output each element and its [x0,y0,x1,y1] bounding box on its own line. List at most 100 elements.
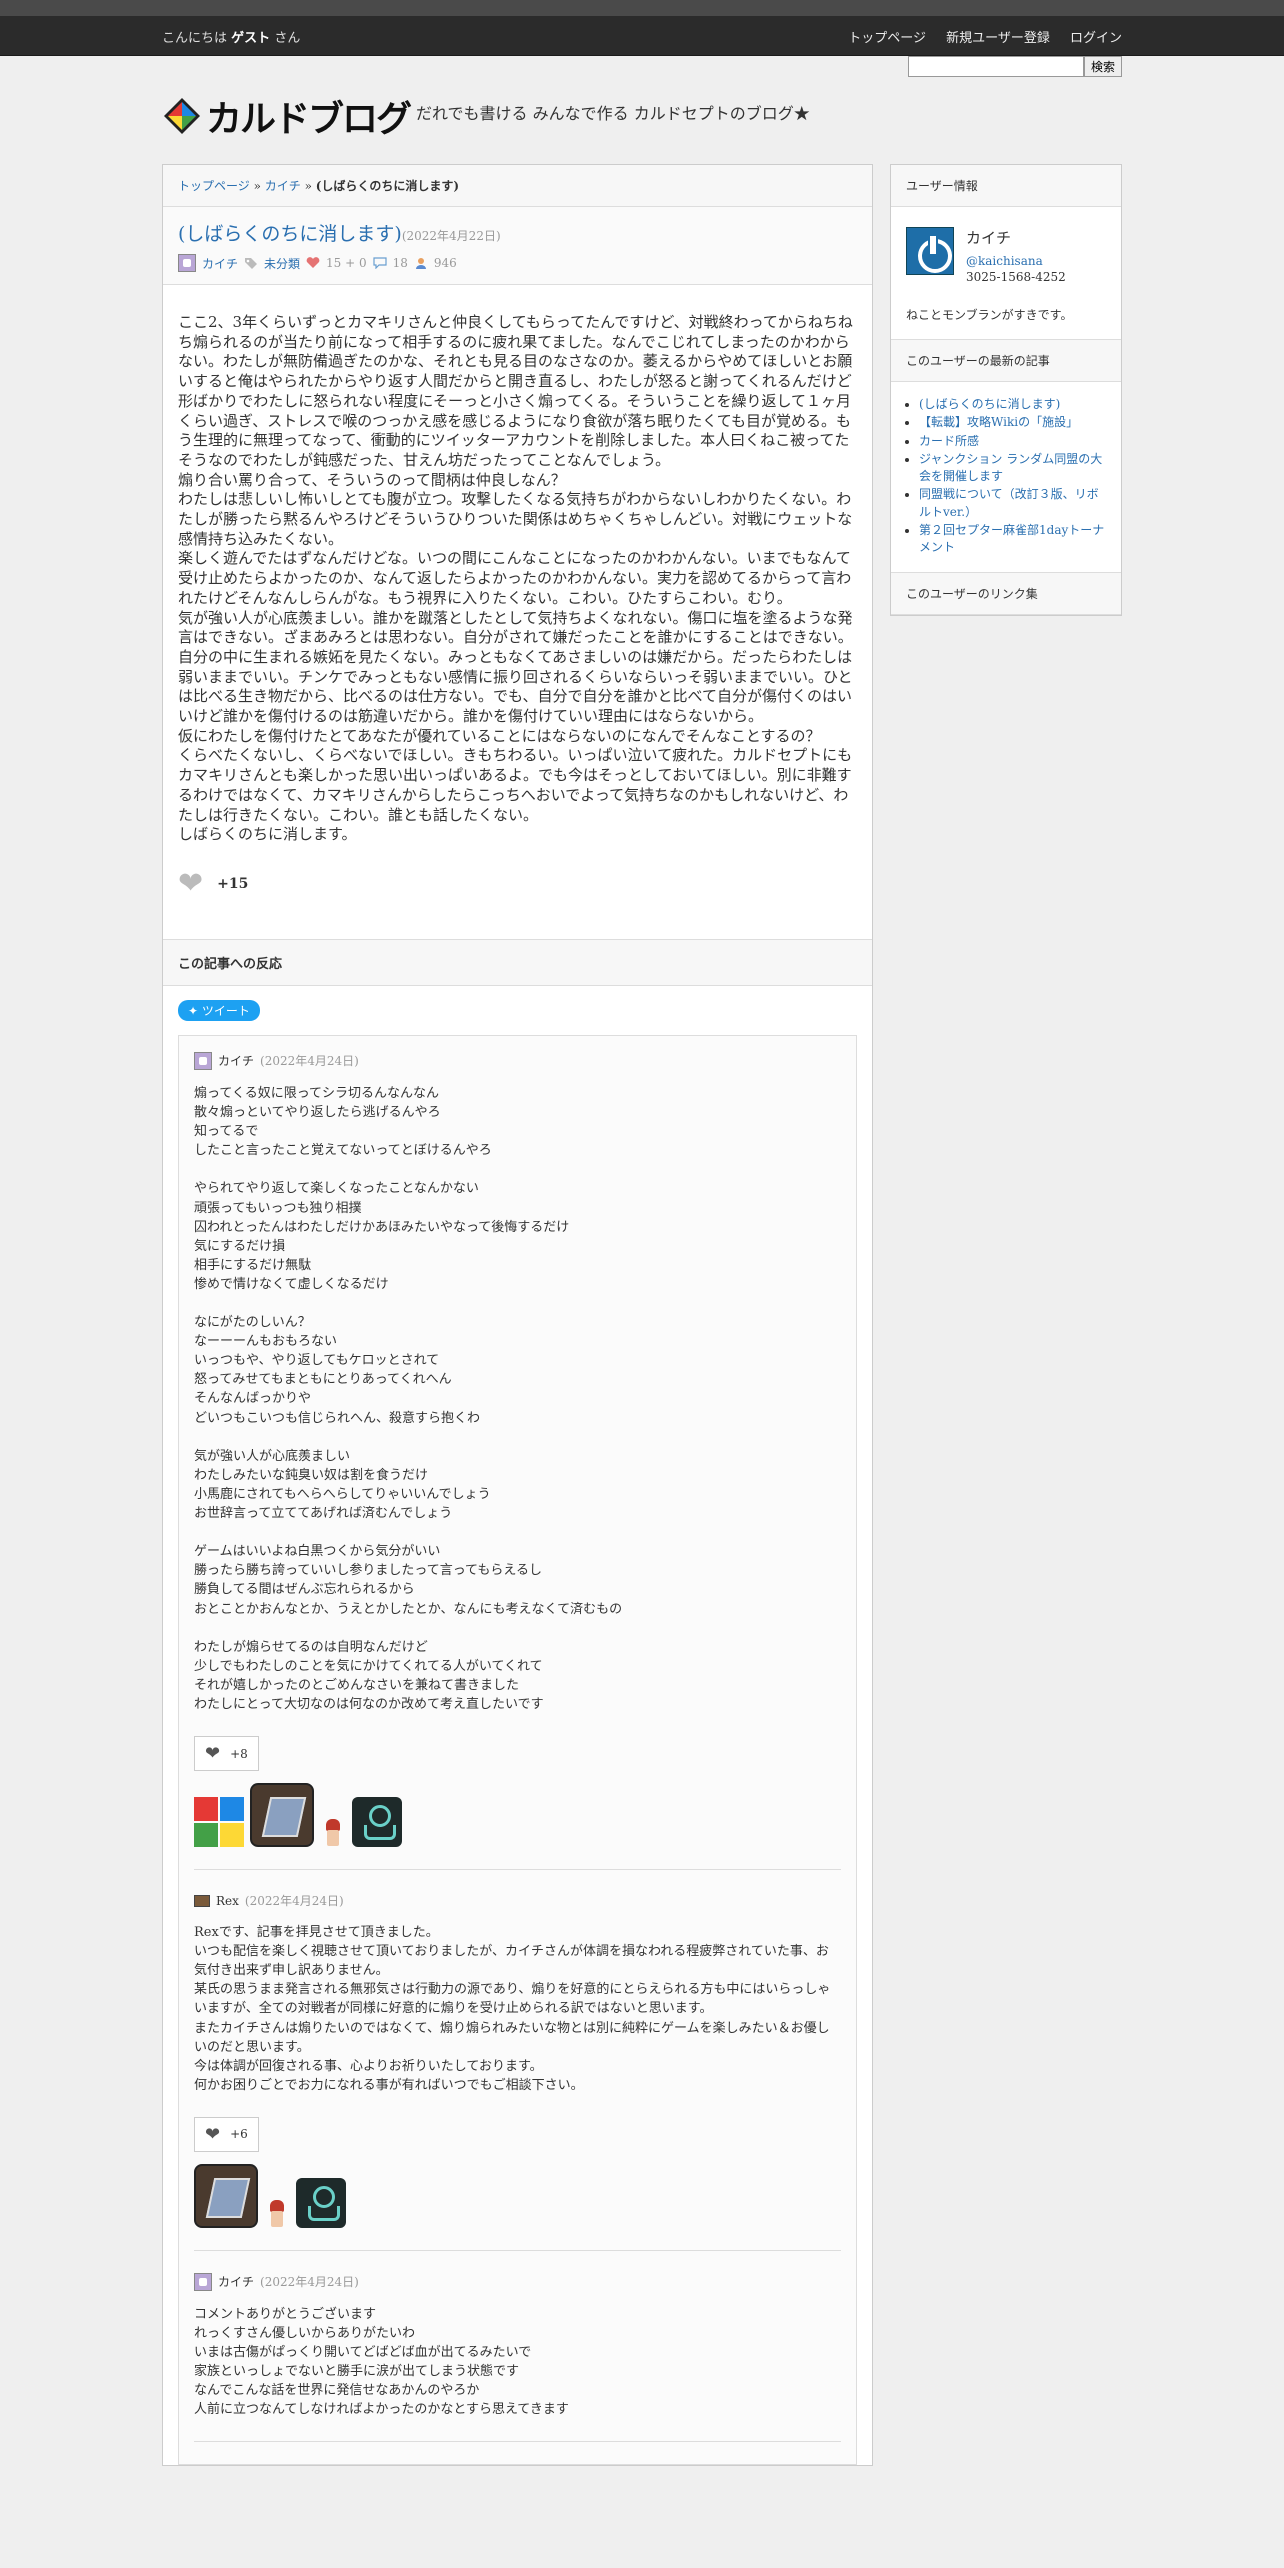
article-title[interactable]: (しばらくのちに消します) [178,223,402,245]
comment-line: 煽ってくる奴に限ってシラ切るんなんなん [194,1085,440,1101]
comment-author[interactable]: カイチ [218,1052,254,1069]
comment-line: 囚われとったんはわたしだけかあほみたいやなって後悔するだけ [194,1219,570,1235]
recent-article-link[interactable]: 【転載】攻略Wikiの「施設」 [919,415,1078,429]
breadcrumb-home[interactable]: トップページ [178,179,250,193]
greeting: こんにちは ゲスト さん [162,27,300,46]
article-header: (しばらくのちに消します)(2022年4月22日) カイチ 未分類 15 + 0… [163,207,872,285]
reactions-header: この記事への反応 [163,938,872,986]
power-icon[interactable] [906,227,954,275]
nav-register[interactable]: 新規ユーザー登録 [946,31,1050,46]
recent-article-item: 第２回セプター麻雀部1dayトーナメント [919,522,1106,557]
top-bar: こんにちは ゲスト さん トップページ 新規ユーザー登録 ログイン [0,16,1284,56]
comment-like-button[interactable]: ❤ +8 [194,1736,259,1772]
top-strip [0,0,1284,16]
comment-line: どいつもこいつも信じられへん、殺意すら抱くわ [194,1410,481,1426]
recent-article-link[interactable]: カード所感 [919,434,979,448]
search-input[interactable] [907,56,1084,77]
comment-blank-line [194,1619,841,1638]
tag-icon [244,257,258,269]
recent-article-item: 同盟戦について（改訂３版、リボルトver.） [919,486,1106,521]
comment-line: お世辞言って立ててあげれば済むんでしょう [194,1506,453,1522]
site-logo[interactable]: カルドブログ [162,90,412,142]
comment-blank-line [194,1160,841,1179]
comment-author[interactable]: カイチ [218,2273,254,2290]
comment-like-count: +6 [230,2127,248,2142]
comment-body: Rexです、記事を拝見させて頂きました。いつも配信を楽しく視聴させて頂いておりま… [194,1923,841,2095]
reactor-avatars [194,1783,841,1848]
reactor-avatar[interactable] [352,1797,402,1848]
article-paragraph: 煽り合い罵り合って、そういうのって間柄は仲良しなん？ [178,470,566,489]
recent-article-link[interactable]: 同盟戦について（改訂３版、リボルトver.） [919,487,1099,518]
recent-article-item: カード所感 [919,433,1106,450]
user-info-header: ユーザー情報 [891,165,1121,207]
breadcrumb-user[interactable]: カイチ [265,179,301,193]
breadcrumb: トップページ » カイチ » (しばらくのちに消します) [163,165,872,207]
comment-body: 煽ってくる奴に限ってシラ切るんなんなん 散々煽っといてやり返したら逃げるんやろ 知っ… [194,1084,841,1714]
comment-line: いつも配信を楽しく視聴させて頂いておりましたが、カイチさんが体調を損なわれる程疲… [194,1944,829,1979]
nav-top-page[interactable]: トップページ [848,31,926,46]
comment-line: 何かお困りごとでお力になれる事が有ればいつでもご相談下さい。 [194,2077,584,2093]
comment-like-count: +8 [230,1746,248,1761]
recent-article-item: 【転載】攻略Wikiの「施設」 [919,414,1106,431]
comment-line: そんなんばっかりや [194,1391,312,1407]
comment-line: おとことかおんなとか、うえとかしたとか、なんにも考えなくて済むもの [194,1601,623,1617]
article-paragraph: 気が強い人が心底羨ましい。誰かを蹴落としたとして気持ちよくなれない。傷口に塩を塗… [178,608,853,726]
comment-line: コメントありがとうございます [194,2306,377,2322]
bird-icon: ✦ [188,1003,199,1018]
user-views-icon [414,257,428,269]
comment-line: 散々煽っといてやり返したら逃げるんやろ [194,1105,441,1121]
comment-line: 家族といっしょでないと勝手に涙が出てしまう状態です [194,2364,520,2380]
tweet-label: ツイート [201,1003,250,1018]
article-body: ここ2、3年くらいずっとカマキリさんと仲良くしてもらってたんですけど、対戦終わっ… [163,285,872,859]
article-like-count: +15 [217,875,249,892]
recent-article-link[interactable]: 第２回セプター麻雀部1dayトーナメント [919,523,1104,554]
reactor-avatars [194,2163,841,2228]
comment-line: 小馬鹿にされてもへらへらしてりゃいいんでしょう [194,1486,491,1502]
comment-line: Rexです、記事を拝見させて頂きました。 [194,1925,439,1941]
header: 検索 カルドブログ だれでも書ける みんなで作る カルドセプトのブログ★ [162,56,1122,164]
article-meta: カイチ 未分類 15 + 0 18 946 [178,254,857,272]
comment-like-button[interactable]: ❤ +6 [194,2116,259,2152]
heart-icon: ❤ [205,2123,221,2145]
comment-line: わたしにとって大切なのは何なのか改めて考え直したいです [194,1696,544,1712]
user-handle[interactable]: @kaichisana [966,254,1043,268]
commenter-avatar [194,1051,212,1070]
comment-line: 相手にするだけ無駄 [194,1257,312,1273]
reactor-avatar[interactable] [250,1783,314,1848]
reactor-avatar[interactable] [264,2198,290,2228]
article-category[interactable]: 未分類 [264,255,300,272]
reactor-avatar[interactable] [194,1797,244,1848]
comments-list: カイチ (2022年4月24日) 煽ってくる奴に限ってシラ切るんなんなん 散々煽っとい… [178,1034,857,2466]
article-author[interactable]: カイチ [202,255,238,272]
nav-login[interactable]: ログイン [1070,31,1122,46]
comment-header: カイチ (2022年4月24日) [194,1051,841,1070]
article-like-row: ❤ +15 [163,859,872,939]
logo-text: カルドブログ [206,99,412,140]
commenter-avatar [194,1894,210,1907]
comment-blank-line [194,1294,841,1313]
recent-article-link[interactable]: (しばらくのちに消します) [919,397,1060,411]
comment-line: れっくすさん優しいからありがたいわ [194,2326,416,2342]
logo-diamond-icon [162,96,202,136]
user-info: カイチ @kaichisana 3025-1568-4252 ねことモンブランが… [891,207,1121,339]
like-heart-icon[interactable]: ❤ [178,868,203,899]
site-tagline: だれでも書ける みんなで作る カルドセプトのブログ★ [416,104,810,123]
greeting-prefix: こんにちは [162,30,228,46]
search-button[interactable]: 検索 [1083,56,1122,77]
comment-line: 少しでもわたしのことを気にかけてくれてる人がいてくれて [194,1658,543,1674]
heart-icon: ❤ [205,1743,221,1765]
reactor-avatar[interactable] [320,1817,346,1847]
comment-line: 知ってるで [194,1124,259,1140]
article-paragraph: しばらくのちに消します。 [178,825,357,844]
tweet-button[interactable]: ✦ ツイート [178,999,260,1021]
comment: カイチ (2022年4月24日) 煽ってくる奴に限ってシラ切るんなんなん 散々煽っとい… [194,1051,841,1871]
heart-icon [306,257,320,269]
user-bio: ねことモンブランがすきです。 [906,308,1073,322]
comment-date: (2022年4月24日) [260,2275,359,2290]
comment-date: (2022年4月24日) [244,1894,344,1909]
recent-article-link[interactable]: ジャンクション ランダム同盟の大会を開催します [919,452,1102,483]
reactor-avatar[interactable] [296,2177,346,2228]
comment-author[interactable]: Rex [216,1894,239,1908]
reactor-avatar[interactable] [194,2163,258,2228]
comment-line: 気が強い人が心底羨ましい [194,1448,351,1464]
